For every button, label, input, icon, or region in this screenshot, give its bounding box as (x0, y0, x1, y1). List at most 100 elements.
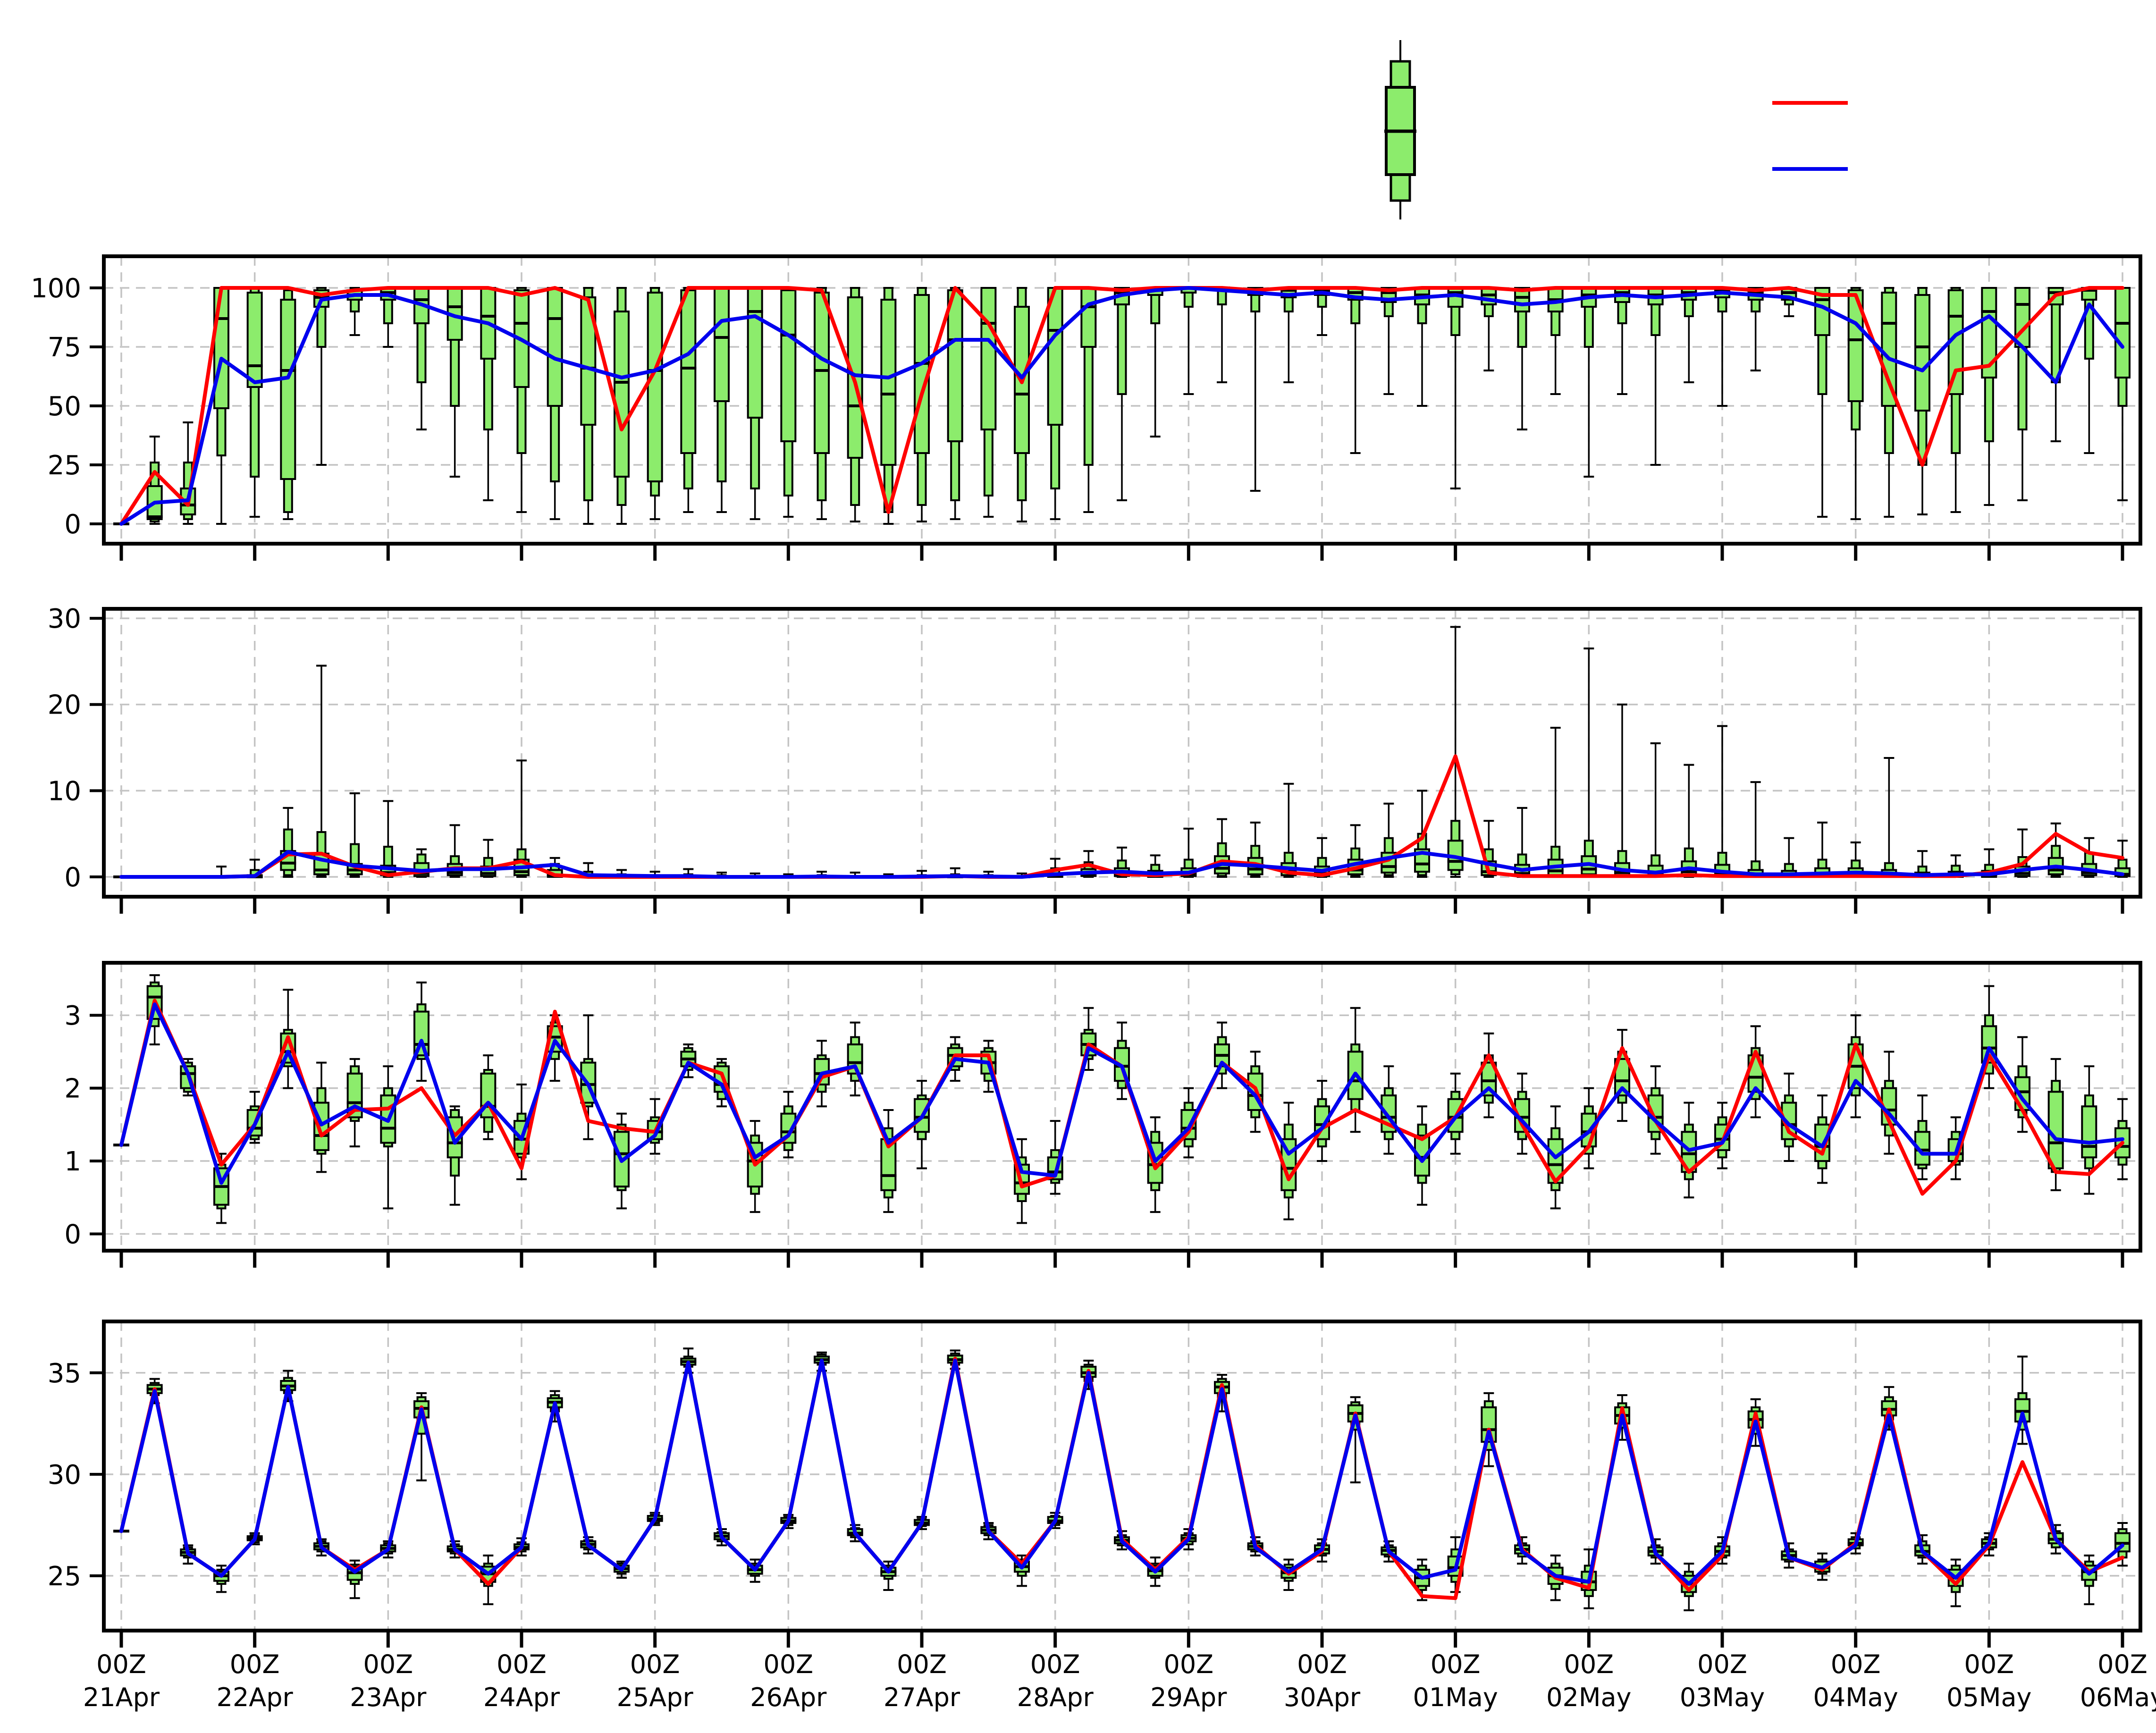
boxplot (1681, 288, 1697, 382)
y-tick-label: 0 (64, 862, 81, 893)
boxplot (647, 288, 663, 519)
boxplot (947, 288, 963, 519)
y-tick-label: 30 (48, 604, 81, 634)
boxplot (413, 288, 430, 429)
boxplot (1214, 819, 1230, 877)
x-tick-date: 03May (1680, 1683, 1765, 1712)
x-tick-hour: 00Z (1163, 1649, 1213, 1679)
boxplot (1814, 823, 1830, 877)
x-tick-date: 23Apr (350, 1683, 427, 1712)
boxplot (1648, 743, 1664, 877)
y-axis: 0102030 (48, 604, 104, 893)
boxplot (280, 288, 296, 519)
boxplot (2081, 1556, 2097, 1604)
x-ticks (121, 1631, 2122, 1648)
boxplot (480, 840, 496, 877)
boxplot (2114, 288, 2131, 500)
boxplot (313, 666, 329, 877)
boxplot (413, 983, 430, 1081)
x-tick-hour: 00Z (497, 1649, 547, 1679)
legend-lines (1772, 103, 1848, 169)
x-tick-date: 30Apr (1284, 1683, 1361, 1712)
x-tick-hour: 00Z (1030, 1649, 1080, 1679)
panels: 02550751000102030012325303500Z21Apr00Z22… (31, 256, 2156, 1712)
y-axis: 0255075100 (31, 273, 104, 540)
boxplot (1748, 288, 1764, 370)
boxplot (1814, 288, 1830, 517)
boxplot (780, 288, 796, 517)
boxplot (814, 288, 830, 519)
boxplot (1514, 808, 1530, 877)
x-axis-labels: 00Z 21Apr 00Z 22Apr 00Z 23Apr 00Z 24Apr 00Z 25Apr… (83, 1649, 2156, 1712)
boxplot (347, 1059, 363, 1146)
x-tick-date: 01May (1413, 1683, 1498, 1712)
y-tick-label: 25 (48, 450, 81, 481)
legend-box-glyph (1384, 40, 1416, 219)
x-tick-hour: 00Z (897, 1649, 947, 1679)
meteogram-chart: 02550751000102030012325303500Z21Apr00Z22… (0, 0, 2156, 1733)
x-tick-hour: 00Z (2097, 1649, 2148, 1679)
boxplot (514, 760, 530, 877)
x-tick-date: 22Apr (217, 1683, 294, 1712)
y-tick-label: 100 (31, 273, 81, 304)
x-tick-hour: 00Z (1564, 1649, 1614, 1679)
boxplot (1881, 758, 1897, 877)
panel-1: 0102030 (48, 604, 2140, 914)
x-tick-date: 24Apr (483, 1683, 560, 1712)
y-tick-label: 2 (64, 1074, 81, 1104)
boxplot (247, 288, 263, 517)
x-tick-hour: 00Z (630, 1649, 680, 1679)
boxplot (1247, 823, 1263, 877)
boxplot (1348, 288, 1364, 453)
boxplot (680, 288, 696, 512)
boxplot (1448, 627, 1464, 877)
boxplot (1948, 288, 1964, 512)
boxplot (1881, 288, 1897, 517)
boxplot (280, 808, 296, 877)
boxplot (1214, 288, 1230, 382)
y-tick-label: 0 (64, 509, 81, 540)
x-tick-date: 28Apr (1017, 1683, 1094, 1712)
x-tick-date: 05May (1946, 1683, 2031, 1712)
x-ticks (121, 1251, 2122, 1268)
x-tick-hour: 00Z (1831, 1649, 1881, 1679)
x-tick-date: 25Apr (617, 1683, 694, 1712)
boxplot (1280, 784, 1297, 877)
panel-0: 0255075100 (31, 256, 2140, 561)
boxplot (1648, 288, 1664, 465)
x-ticks (121, 544, 2122, 561)
boxplot (1481, 1034, 1497, 1118)
y-axis: 253035 (48, 1358, 104, 1592)
boxplot (1247, 288, 1263, 491)
y-tick-label: 30 (48, 1460, 81, 1490)
boxplot (1681, 765, 1697, 877)
boxplot (1080, 288, 1096, 512)
boxplot (1047, 288, 1063, 519)
boxplot (1581, 648, 1597, 877)
boxplot (1614, 288, 1630, 394)
x-tick-date: 21Apr (83, 1683, 160, 1712)
x-tick-date: 27Apr (884, 1683, 960, 1712)
boxplot (1548, 728, 1564, 877)
boxplot (1581, 288, 1597, 477)
boxplot (1114, 288, 1130, 500)
boxplot (1681, 1564, 1697, 1610)
boxplots (113, 1348, 2131, 1610)
panel-2: 0123 (64, 963, 2140, 1268)
boxplot (480, 1055, 496, 1139)
boxplot (1781, 288, 1797, 316)
boxplot (914, 288, 930, 522)
x-tick-date: 04May (1813, 1683, 1898, 1712)
panel-frame (104, 1321, 2140, 1631)
boxplot (1280, 288, 1297, 382)
y-axis: 0123 (64, 1001, 104, 1250)
boxplot (1881, 1052, 1897, 1153)
boxplot (1714, 726, 1730, 877)
boxplot (1614, 1030, 1630, 1121)
boxplots (113, 975, 2131, 1223)
x-tick-date: 06May (2080, 1683, 2156, 1712)
y-tick-label: 35 (48, 1358, 81, 1389)
boxplot (1448, 288, 1464, 488)
boxplot (480, 288, 496, 500)
boxplot (1014, 288, 1030, 522)
